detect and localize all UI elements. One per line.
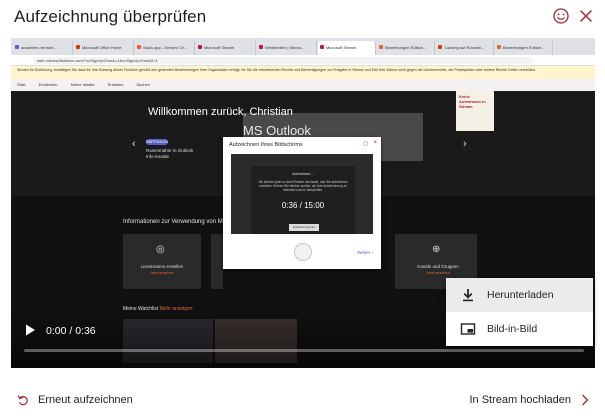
- recorded-chevron-left-icon: ‹: [132, 138, 136, 150]
- recorded-tab: Weiterleiten | Micros...: [257, 41, 317, 55]
- tab-favicon-icon: [320, 45, 324, 49]
- recorded-tab: Bewerbungen Edition...: [495, 41, 553, 55]
- recorded-address-bar: web.microsoftstream.com/?noSignUpCheck=1…: [11, 55, 595, 66]
- recorded-browser-tabstrip: aussehen.net wird... Microsoft Office Ho…: [11, 38, 595, 55]
- recorded-tab: Microsoft Stream: [196, 41, 256, 55]
- smile-icon[interactable]: [552, 7, 570, 25]
- recorded-tab-active: Microsoft Stream: [318, 41, 376, 55]
- dialog-title: Aufzeichnung überprüfen: [14, 7, 207, 26]
- tab-favicon-icon: [198, 45, 202, 49]
- recorded-tile: [211, 234, 223, 289]
- recorded-chevron-right-icon: ›: [463, 138, 467, 150]
- tab-favicon-icon: [137, 45, 141, 49]
- recorded-record-dialog: Aufzeichnen Ihres Bildschirms ▢ × Aufnah…: [223, 137, 381, 269]
- recorded-hero-card: Rasenmäher in Outlook Info-Kanäle: [146, 148, 194, 159]
- recorded-record-title: Aufzeichnen Ihres Bildschirms: [229, 142, 303, 148]
- recorded-hero-subtitle: MS Outlook: [243, 123, 311, 138]
- recorded-popout-icon: ▢: [363, 141, 368, 147]
- recorded-welcome: Willkommen zurück, Christian: [148, 106, 293, 118]
- recorded-close-icon: ×: [373, 140, 377, 146]
- tab-favicon-icon: [438, 45, 442, 49]
- recorded-tile: ◎ Livestreams erstellen Jetzt ansehen: [123, 234, 201, 289]
- retake-label: Erneut aufzeichnen: [38, 394, 133, 406]
- recorded-stop-card: Keine Aufnahmen in Stream: [456, 91, 494, 131]
- recorded-nav-item: Erstellen: [107, 82, 124, 87]
- upload-label: In Stream hochladen: [469, 394, 571, 406]
- recorded-tab: Caching auf Rosnerli...: [436, 41, 494, 55]
- recorded-tab: Microsoft Office Home: [74, 41, 134, 55]
- recorded-info-heading: Informationen zur Verwendung von M: [123, 219, 223, 225]
- playback-time: 0:00 / 0:36: [46, 325, 96, 337]
- progress-bar[interactable]: [24, 349, 584, 352]
- tab-favicon-icon: [259, 45, 263, 49]
- recorded-broadcast-icon: ◎: [156, 244, 165, 255]
- menu-item-download[interactable]: Herunterladen: [446, 278, 593, 312]
- retake-button[interactable]: Erneut aufzeichnen: [17, 394, 133, 406]
- recorded-record-button: [294, 243, 312, 261]
- tab-favicon-icon: [15, 45, 19, 49]
- recorded-stream-navbar: Start Entdecken Meine Inhalte Erstellen …: [11, 79, 595, 91]
- tab-favicon-icon: [76, 45, 80, 49]
- recorded-hero-pill: EMPFOHLEN: [146, 139, 168, 145]
- recorded-next-link: Weiter ›: [357, 250, 373, 255]
- recorded-url: web.microsoftstream.com/?noSignUpCheck=1…: [33, 57, 533, 64]
- close-icon[interactable]: [577, 7, 595, 25]
- recorded-preview: Aufnahme... Sie können jetzt zu dem Fens…: [231, 154, 373, 234]
- recorded-nav-item: Start: [17, 82, 26, 87]
- play-icon[interactable]: [23, 323, 37, 337]
- recorded-tab: Bewerbungen Edition...: [377, 41, 435, 55]
- recorded-nav-item: Entdecken: [38, 82, 58, 87]
- recorded-globe-icon: ⊕: [432, 244, 441, 255]
- recorded-nav-item: Meine Inhalte: [70, 82, 95, 87]
- recorded-preview-inner: Aufnahme... Sie können jetzt zu dem Fens…: [251, 166, 355, 234]
- download-icon: [463, 289, 473, 302]
- chevron-right-icon: [582, 394, 589, 406]
- video-context-menu: Herunterladen Bild-in-Bild: [446, 278, 593, 346]
- picture-in-picture-icon: [460, 323, 476, 335]
- recorded-nav-item: Suchen: [136, 82, 151, 87]
- tab-favicon-icon: [497, 45, 501, 49]
- recorded-tab: Stack.app - Denken Ch...: [135, 41, 195, 55]
- undo-icon: [17, 395, 28, 406]
- tab-favicon-icon: [379, 45, 383, 49]
- recorded-tab: aussehen.net wird...: [13, 41, 73, 55]
- menu-item-picture-in-picture[interactable]: Bild-in-Bild: [446, 312, 593, 346]
- recorded-notice-banner: Stream für Einführung, bestätigen Sie da…: [11, 66, 595, 79]
- recorded-timer: 0:36 / 15:00: [281, 201, 325, 210]
- recorded-stop-label: Aufnahme beenden: [289, 224, 319, 231]
- upload-button[interactable]: In Stream hochladen: [469, 394, 589, 406]
